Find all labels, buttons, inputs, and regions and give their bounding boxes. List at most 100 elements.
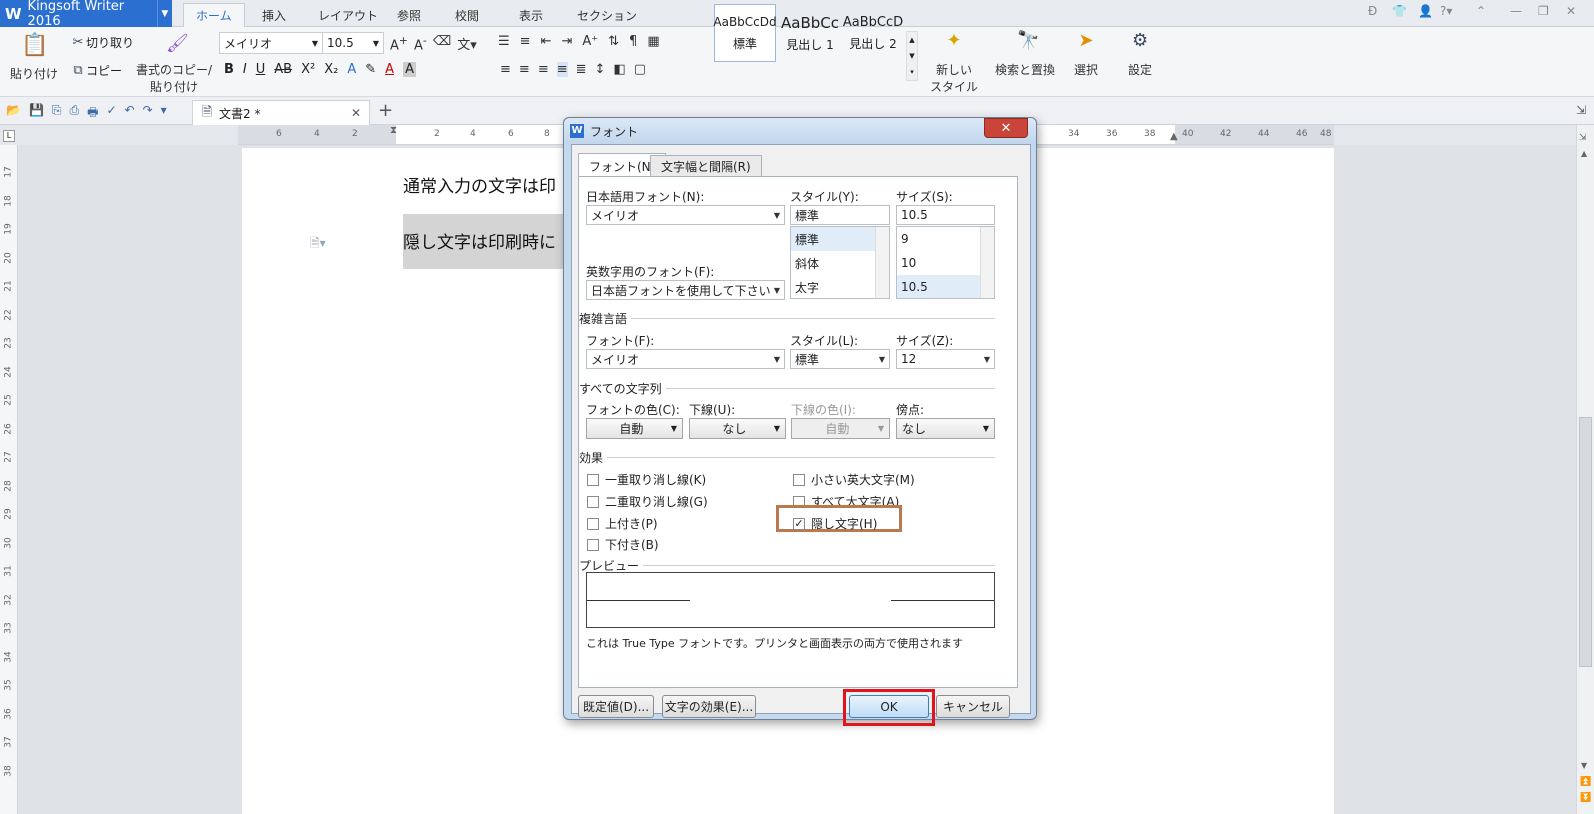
format-painter-button[interactable]: 🖌 書式のコピー/ 貼り付け — [135, 33, 213, 95]
text-effect-button[interactable]: 文字の効果(E)... — [662, 695, 756, 718]
underline-select[interactable]: なし ▼ — [689, 418, 786, 439]
undo-icon[interactable]: ↶ — [125, 103, 135, 124]
numbering-icon[interactable]: ≡ — [520, 34, 531, 49]
scroll-up-icon[interactable]: ▲ — [1581, 149, 1587, 158]
subscript-icon[interactable]: X₂ — [324, 62, 338, 77]
vertical-scrollbar[interactable]: ⇲ ▲ ▼ ⏫ ⏬ — [1576, 125, 1594, 814]
tab-section[interactable]: セクション — [565, 3, 649, 27]
copy-button[interactable]: ⧉ コピー — [70, 62, 122, 79]
scrollbar-thumb[interactable] — [1579, 417, 1592, 667]
tab-references[interactable]: 参照 — [385, 3, 433, 27]
style-heading1[interactable]: AaBbCc 見出し 1 — [779, 4, 841, 62]
size-input[interactable]: 10.5 — [896, 205, 995, 225]
list-scrollbar[interactable] — [980, 227, 994, 298]
save-icon[interactable]: 💾 — [29, 103, 44, 124]
checkbox-checked-icon[interactable]: ✓ — [793, 517, 805, 530]
tab-char-spacing[interactable]: 文字幅と間隔(R) — [650, 155, 762, 177]
document-line-normal[interactable]: 通常入力の文字は印 — [403, 172, 556, 197]
redo-icon[interactable]: ↷ — [143, 103, 153, 124]
minimize-icon[interactable]: — — [1510, 4, 1522, 18]
next-page-icon[interactable]: ⏬ — [1580, 793, 1591, 803]
shading-icon[interactable]: ◧ — [613, 62, 625, 77]
checkbox-subscript[interactable]: 下付き(B) — [587, 536, 659, 553]
line-spacing-icon[interactable]: ↕ — [595, 62, 606, 77]
complex-font-select[interactable]: メイリオ ▼ — [586, 349, 785, 369]
app-menu-button[interactable]: W Kingsoft Writer 2016 ▼ — [0, 0, 172, 29]
complex-size-select[interactable]: 12 ▼ — [896, 349, 995, 369]
print-preview-icon[interactable]: 🖶 — [87, 103, 98, 124]
sidebar-toggle-icon[interactable]: ⇲ — [1576, 103, 1586, 117]
jp-font-select[interactable]: メイリオ ▼ — [586, 205, 785, 225]
print-icon[interactable]: ⎙ — [70, 103, 80, 124]
vertical-ruler[interactable]: 17 18 19 20 21 22 23 24 25 26 27 28 29 30 31 32 33 34 35 36… — [0, 145, 18, 814]
chevron-down-icon[interactable]: ▾ — [161, 103, 167, 124]
checkbox-single-strike[interactable]: 一重取り消し線(K) — [587, 471, 706, 488]
restore-icon[interactable]: ❐ — [1538, 4, 1549, 18]
align-right-icon[interactable]: ≡ — [538, 62, 549, 77]
show-marks-icon[interactable]: ¶ — [629, 34, 637, 49]
superscript-icon[interactable]: X² — [301, 62, 315, 77]
collapse-ribbon-icon[interactable]: ⌃ — [1476, 4, 1486, 18]
spellcheck-icon[interactable]: ✓ — [106, 103, 116, 124]
checkbox-box[interactable] — [587, 473, 599, 486]
checkbox-superscript[interactable]: 上付き(P) — [587, 515, 658, 532]
style-heading2[interactable]: AaBbCcD 見出し 2 — [842, 4, 904, 62]
list-scrollbar[interactable] — [875, 227, 889, 298]
borders-icon[interactable]: ▢ — [634, 62, 646, 77]
styles-scroll[interactable]: ▲ ▼ ▾ — [906, 31, 918, 81]
shrink-font-icon[interactable]: A- — [414, 34, 427, 53]
ruler-toggle-icon[interactable]: ⇲ — [1579, 133, 1587, 143]
size-list[interactable]: 9 10 10.5 — [896, 226, 995, 299]
checkbox-hidden-text[interactable]: ✓ 隠し文字(H) — [793, 515, 877, 532]
style-list[interactable]: 標準 斜体 太字 — [790, 226, 890, 299]
increase-indent-icon[interactable]: ⇥ — [561, 34, 572, 49]
tab-review[interactable]: 校閲 — [443, 3, 491, 27]
bold-icon[interactable]: B — [224, 62, 234, 77]
font-name-combo[interactable]: メイリオ ▼ — [219, 32, 323, 54]
default-button[interactable]: 既定値(D)... — [578, 695, 654, 718]
chevron-down-icon[interactable]: ▼ — [156, 0, 172, 27]
text-effect-icon[interactable]: A — [347, 62, 356, 77]
shirt-icon[interactable]: 👕 — [1392, 4, 1407, 18]
font-size-combo[interactable]: 10.5 ▼ — [322, 32, 384, 54]
emphasis-select[interactable]: なし ▼ — [896, 418, 995, 439]
checkbox-box[interactable] — [587, 538, 599, 551]
tab-insert[interactable]: 挿入 — [250, 3, 298, 27]
cancel-button[interactable]: キャンセル — [936, 695, 1010, 718]
checkbox-box[interactable] — [587, 517, 599, 530]
open-icon[interactable]: 📂 — [6, 103, 21, 124]
find-replace-button[interactable]: 🔭 検索と置換 — [990, 32, 1060, 78]
distribute-icon[interactable]: ≣ — [576, 62, 587, 77]
table-icon[interactable]: ▦ — [647, 34, 659, 49]
skin-icon[interactable]: Ð — [1368, 4, 1377, 18]
prev-page-icon[interactable]: ⏫ — [1580, 777, 1591, 787]
close-tab-icon[interactable]: ✕ — [351, 106, 361, 120]
style-input[interactable]: 標準 — [790, 205, 890, 225]
asian-layout-icon[interactable]: A⁺ — [582, 34, 598, 49]
align-center-icon[interactable]: ≡ — [519, 62, 530, 77]
tab-view[interactable]: 表示 — [507, 3, 555, 27]
paragraph-menu-icon[interactable]: 🗎▾ — [310, 234, 326, 255]
checkbox-box[interactable] — [793, 473, 805, 486]
strikethrough-icon[interactable]: AB — [274, 62, 292, 77]
char-shading-icon[interactable]: A — [403, 62, 416, 77]
align-left-icon[interactable]: ≡ — [500, 62, 511, 77]
grow-font-icon[interactable]: A+ — [390, 34, 408, 53]
checkbox-box[interactable] — [587, 495, 599, 508]
scroll-down-icon[interactable]: ▼ — [1581, 761, 1587, 770]
sort-icon[interactable]: ⇅ — [608, 34, 619, 49]
tab-layout[interactable]: レイアウト — [306, 3, 390, 27]
complex-style-select[interactable]: 標準 ▼ — [790, 349, 890, 369]
italic-icon[interactable]: I — [243, 62, 247, 77]
phonetic-icon[interactable]: 文▾ — [457, 34, 477, 53]
document-tab[interactable]: 🗎 文書2 * ✕ — [192, 100, 370, 125]
bullets-icon[interactable]: ☰ — [498, 34, 510, 49]
highlight-icon[interactable]: ✎ — [365, 62, 376, 77]
decrease-indent-icon[interactable]: ⇤ — [541, 34, 552, 49]
export-pdf-icon[interactable]: ⎘ — [52, 103, 62, 124]
justify-icon[interactable]: ≡ — [556, 62, 568, 77]
ok-button[interactable]: OK — [849, 695, 929, 718]
underline-icon[interactable]: U — [256, 62, 266, 77]
right-indent-marker-icon[interactable]: ▲ — [1170, 131, 1178, 142]
font-color-select[interactable]: 自動 ▼ — [586, 418, 683, 439]
